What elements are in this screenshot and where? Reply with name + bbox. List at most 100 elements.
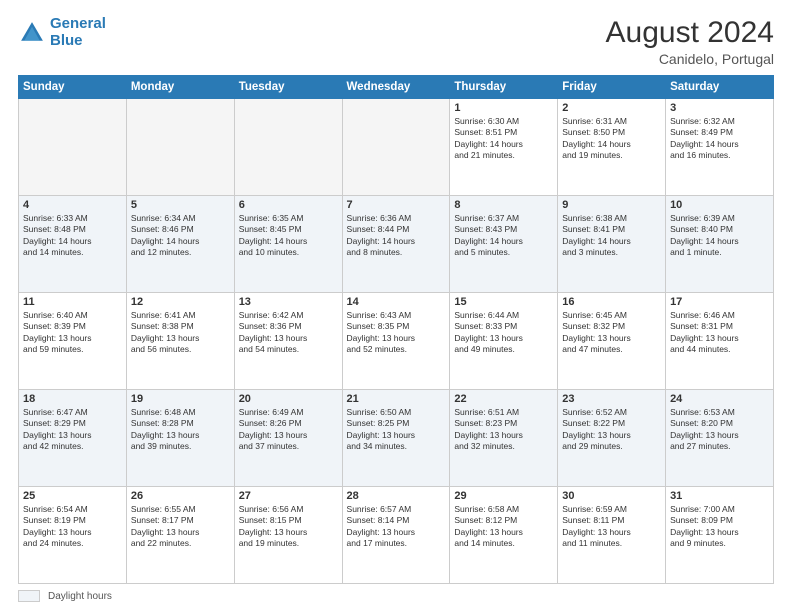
- day-number: 3: [670, 102, 769, 114]
- day-info: Sunrise: 6:46 AM Sunset: 8:31 PM Dayligh…: [670, 310, 769, 356]
- calendar-day-cell: 23 Sunrise: 6:52 AM Sunset: 8:22 PM Dayli…: [558, 390, 666, 487]
- calendar-day-cell: 18Sunrise: 6:47 AM Sunset: 8:29 PM Dayli…: [19, 390, 127, 487]
- page: General Blue August 2024 Canidelo, Portu…: [0, 0, 792, 612]
- weekday-header-wednesday: Wednesday: [342, 76, 450, 99]
- footer: Daylight hours: [18, 590, 774, 602]
- day-info: Sunrise: 6:57 AM Sunset: 8:14 PM Dayligh…: [347, 504, 446, 550]
- day-info: Sunrise: 6:36 AM Sunset: 8:44 PM Dayligh…: [347, 213, 446, 259]
- day-number: 6: [239, 199, 338, 211]
- day-info: Sunrise: 6:44 AM Sunset: 8:33 PM Dayligh…: [454, 310, 553, 356]
- calendar-day-cell: 2 Sunrise: 6:31 AM Sunset: 8:50 PM Daylig…: [558, 99, 666, 196]
- day-info: Sunrise: 6:33 AM Sunset: 8:48 PM Dayligh…: [23, 213, 122, 259]
- calendar-day-cell: [126, 99, 234, 196]
- calendar-day-cell: 9Sunrise: 6:38 AM Sunset: 8:41 PM Daylig…: [558, 196, 666, 293]
- logo-general: General: [50, 15, 106, 32]
- day-number: 5: [131, 199, 230, 211]
- day-number: 13: [239, 296, 338, 308]
- logo-blue: Blue: [50, 32, 83, 49]
- calendar-day-cell: 16Sunrise: 6:45 AM Sunset: 8:32 PM Dayli…: [558, 293, 666, 390]
- calendar-day-cell: 13 Sunrise: 6:42 AM Sunset: 8:36 PM Dayli…: [234, 293, 342, 390]
- calendar-day-cell: 25Sunrise: 6:54 AM Sunset: 8:19 PM Dayli…: [19, 487, 127, 584]
- calendar-day-cell: 6 Sunrise: 6:35 AM Sunset: 8:45 PM Daylig…: [234, 196, 342, 293]
- weekday-header-row: SundayMondayTuesdayWednesdayThursdayFrid…: [19, 76, 774, 99]
- day-info: Sunrise: 6:51 AM Sunset: 8:23 PM Dayligh…: [454, 407, 553, 453]
- header: General Blue August 2024 Canidelo, Portu…: [18, 16, 774, 67]
- day-number: 7: [347, 199, 446, 211]
- weekday-header-thursday: Thursday: [450, 76, 558, 99]
- weekday-header-monday: Monday: [126, 76, 234, 99]
- calendar-day-cell: 3 Sunrise: 6:32 AM Sunset: 8:49 PM Daylig…: [666, 99, 774, 196]
- day-number: 25: [23, 490, 122, 502]
- day-number: 1: [454, 102, 553, 114]
- day-info: Sunrise: 6:30 AM Sunset: 8:51 PM Dayligh…: [454, 116, 553, 162]
- day-number: 4: [23, 199, 122, 211]
- day-number: 15: [454, 296, 553, 308]
- day-info: Sunrise: 6:50 AM Sunset: 8:25 PM Dayligh…: [347, 407, 446, 453]
- day-number: 14: [347, 296, 446, 308]
- day-info: Sunrise: 6:58 AM Sunset: 8:12 PM Dayligh…: [454, 504, 553, 550]
- calendar-day-cell: 27 Sunrise: 6:56 AM Sunset: 8:15 PM Dayli…: [234, 487, 342, 584]
- logo: General Blue: [18, 16, 106, 49]
- calendar-day-cell: 22Sunrise: 6:51 AM Sunset: 8:23 PM Dayli…: [450, 390, 558, 487]
- day-number: 24: [670, 393, 769, 405]
- day-number: 8: [454, 199, 553, 211]
- day-number: 23: [562, 393, 661, 405]
- calendar-week-row: 25Sunrise: 6:54 AM Sunset: 8:19 PM Dayli…: [19, 487, 774, 584]
- calendar-day-cell: 19 Sunrise: 6:48 AM Sunset: 8:28 PM Dayli…: [126, 390, 234, 487]
- day-info: Sunrise: 6:32 AM Sunset: 8:49 PM Dayligh…: [670, 116, 769, 162]
- weekday-header-saturday: Saturday: [666, 76, 774, 99]
- calendar-day-cell: 14 Sunrise: 6:43 AM Sunset: 8:35 PM Dayli…: [342, 293, 450, 390]
- day-info: Sunrise: 6:34 AM Sunset: 8:46 PM Dayligh…: [131, 213, 230, 259]
- calendar-week-row: 18Sunrise: 6:47 AM Sunset: 8:29 PM Dayli…: [19, 390, 774, 487]
- logo-text: General Blue: [50, 16, 106, 49]
- calendar-day-cell: 5 Sunrise: 6:34 AM Sunset: 8:46 PM Daylig…: [126, 196, 234, 293]
- calendar-day-cell: 28 Sunrise: 6:57 AM Sunset: 8:14 PM Dayli…: [342, 487, 450, 584]
- day-info: Sunrise: 6:31 AM Sunset: 8:50 PM Dayligh…: [562, 116, 661, 162]
- day-info: Sunrise: 6:55 AM Sunset: 8:17 PM Dayligh…: [131, 504, 230, 550]
- calendar-day-cell: 8Sunrise: 6:37 AM Sunset: 8:43 PM Daylig…: [450, 196, 558, 293]
- month-title: August 2024: [606, 16, 774, 49]
- weekday-header-tuesday: Tuesday: [234, 76, 342, 99]
- weekday-header-sunday: Sunday: [19, 76, 127, 99]
- legend-label: Daylight hours: [48, 591, 112, 602]
- day-info: Sunrise: 6:52 AM Sunset: 8:22 PM Dayligh…: [562, 407, 661, 453]
- day-number: 21: [347, 393, 446, 405]
- day-number: 17: [670, 296, 769, 308]
- calendar-day-cell: 30Sunrise: 6:59 AM Sunset: 8:11 PM Dayli…: [558, 487, 666, 584]
- calendar-day-cell: 17 Sunrise: 6:46 AM Sunset: 8:31 PM Dayli…: [666, 293, 774, 390]
- day-info: Sunrise: 6:42 AM Sunset: 8:36 PM Dayligh…: [239, 310, 338, 356]
- title-block: August 2024 Canidelo, Portugal: [606, 16, 774, 67]
- day-number: 10: [670, 199, 769, 211]
- day-number: 30: [562, 490, 661, 502]
- calendar-day-cell: 12Sunrise: 6:41 AM Sunset: 8:38 PM Dayli…: [126, 293, 234, 390]
- day-info: Sunrise: 6:48 AM Sunset: 8:28 PM Dayligh…: [131, 407, 230, 453]
- day-info: Sunrise: 6:35 AM Sunset: 8:45 PM Dayligh…: [239, 213, 338, 259]
- day-number: 19: [131, 393, 230, 405]
- day-info: Sunrise: 6:53 AM Sunset: 8:20 PM Dayligh…: [670, 407, 769, 453]
- day-info: Sunrise: 6:56 AM Sunset: 8:15 PM Dayligh…: [239, 504, 338, 550]
- calendar-week-row: 4 Sunrise: 6:33 AM Sunset: 8:48 PM Daylig…: [19, 196, 774, 293]
- calendar-day-cell: 29 Sunrise: 6:58 AM Sunset: 8:12 PM Dayli…: [450, 487, 558, 584]
- day-number: 31: [670, 490, 769, 502]
- calendar-day-cell: 20Sunrise: 6:49 AM Sunset: 8:26 PM Dayli…: [234, 390, 342, 487]
- calendar-day-cell: 7 Sunrise: 6:36 AM Sunset: 8:44 PM Daylig…: [342, 196, 450, 293]
- day-number: 26: [131, 490, 230, 502]
- day-info: Sunrise: 6:43 AM Sunset: 8:35 PM Dayligh…: [347, 310, 446, 356]
- calendar-day-cell: 31Sunrise: 7:00 AM Sunset: 8:09 PM Dayli…: [666, 487, 774, 584]
- day-number: 29: [454, 490, 553, 502]
- day-number: 2: [562, 102, 661, 114]
- calendar-week-row: 11Sunrise: 6:40 AM Sunset: 8:39 PM Dayli…: [19, 293, 774, 390]
- day-number: 20: [239, 393, 338, 405]
- calendar-day-cell: 15 Sunrise: 6:44 AM Sunset: 8:33 PM Dayli…: [450, 293, 558, 390]
- day-number: 11: [23, 296, 122, 308]
- day-number: 27: [239, 490, 338, 502]
- calendar-day-cell: 24 Sunrise: 6:53 AM Sunset: 8:20 PM Dayli…: [666, 390, 774, 487]
- day-number: 28: [347, 490, 446, 502]
- calendar-week-row: 1 Sunrise: 6:30 AM Sunset: 8:51 PM Daylig…: [19, 99, 774, 196]
- calendar-day-cell: [342, 99, 450, 196]
- calendar-day-cell: [19, 99, 127, 196]
- calendar-day-cell: [234, 99, 342, 196]
- legend-box: [18, 590, 40, 602]
- day-info: Sunrise: 6:39 AM Sunset: 8:40 PM Dayligh…: [670, 213, 769, 259]
- calendar-day-cell: 11Sunrise: 6:40 AM Sunset: 8:39 PM Dayli…: [19, 293, 127, 390]
